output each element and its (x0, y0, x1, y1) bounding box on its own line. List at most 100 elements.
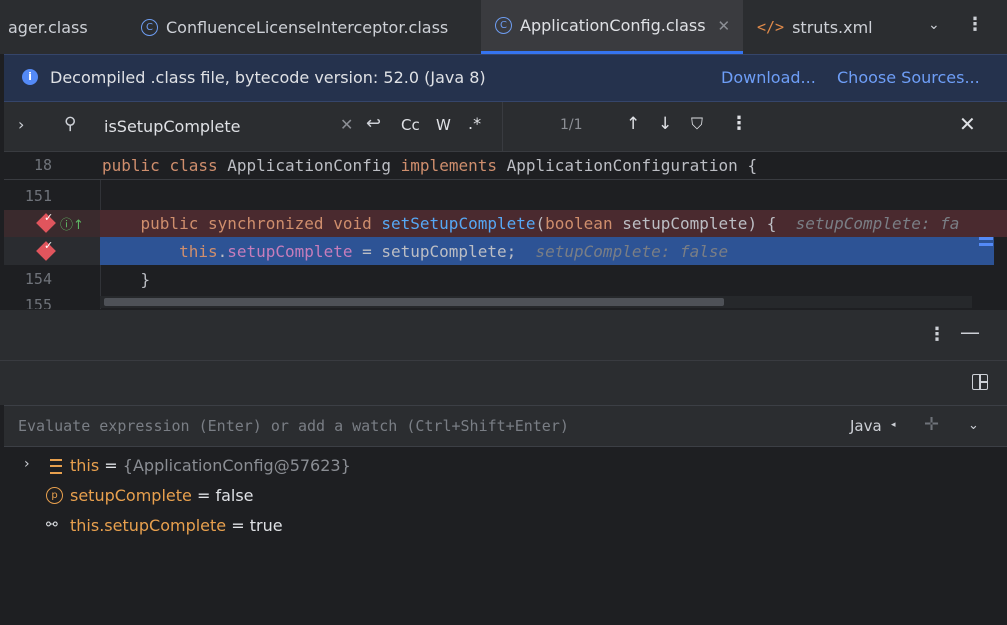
keyword: boolean (545, 214, 613, 233)
method-name: setSetupComplete (381, 214, 536, 233)
dot: . (217, 242, 228, 261)
banner-message: Decompiled .class file, bytecode version… (50, 68, 486, 87)
match-case-toggle[interactable]: Cc (401, 116, 420, 134)
variable-row-this[interactable]: › this = {ApplicationConfig@57623} (0, 451, 1007, 481)
assignment-rest: = setupComplete; (352, 242, 517, 261)
equals: = (226, 516, 250, 535)
variable-row-setupComplete[interactable]: p setupComplete = false (0, 481, 1007, 511)
filter-icon[interactable]: ⛉ (691, 114, 703, 134)
variable-text: this.setupComplete = true (70, 516, 283, 535)
evaluate-expression-bar: Java ◂ ✛ ⌄ (4, 405, 1007, 447)
tab-struts-xml[interactable]: </> struts.xml (743, 0, 893, 54)
line-number: 154 (24, 270, 52, 288)
sticky-code-line: public class ApplicationConfig implement… (102, 156, 757, 175)
equals: = (191, 486, 216, 505)
more-vertical-icon[interactable]: ⋮ (928, 324, 946, 345)
more-vertical-icon[interactable]: ⋮ (730, 113, 748, 134)
keyword: implements (400, 156, 497, 175)
dropdown-arrow-icon[interactable]: ◂ (891, 420, 896, 430)
keyword: class (169, 156, 218, 175)
parameter-icon: p (46, 487, 63, 504)
debug-toolbar: ⋮ — (0, 309, 1007, 361)
params: setupComplete) { (612, 214, 777, 233)
newline-icon[interactable]: ↩ (366, 113, 381, 134)
match-count: 1/1 (560, 117, 583, 133)
evaluate-expression-input[interactable] (18, 415, 818, 437)
minimize-icon[interactable]: — (960, 320, 980, 344)
paren: ( (535, 214, 546, 233)
add-watch-icon[interactable]: ✛ (924, 414, 939, 435)
implements-icon[interactable]: ⓘ↑ (60, 214, 84, 233)
field-name: setupComplete (227, 242, 353, 261)
variable-name: setupComplete (70, 486, 192, 505)
xml-icon: </> (757, 18, 785, 36)
debug-layout-bar (0, 361, 1007, 405)
keyword: synchronized (207, 214, 324, 233)
download-link[interactable]: Download... (721, 68, 816, 87)
editor-tab-bar: ager.class C ConfluenceLicenseIntercepto… (0, 0, 1007, 54)
stripe-marker[interactable] (979, 237, 993, 240)
expand-arrow-icon[interactable]: › (24, 456, 30, 472)
clear-icon[interactable]: ✕ (340, 115, 353, 134)
check-icon: ✓ (44, 239, 54, 252)
divider (502, 102, 503, 151)
class-icon: C (141, 18, 158, 36)
check-icon: ✓ (44, 211, 54, 224)
horizontal-scrollbar-thumb[interactable] (104, 298, 724, 306)
info-icon: i (22, 69, 38, 85)
expand-replace-icon[interactable]: › (18, 115, 24, 134)
more-vertical-icon[interactable]: ⋮ (966, 14, 984, 35)
close-icon[interactable]: ✕ (718, 17, 731, 35)
class-name: ApplicationConfig (227, 156, 392, 175)
search-input[interactable] (104, 114, 334, 138)
search-icon[interactable]: ⚲ (64, 114, 76, 134)
tab-label: ager.class (8, 17, 88, 37)
line-number: 151 (24, 187, 52, 205)
find-bar: › ⚲ ✕ ↩ Cc W .* 1/1 ↑ ↓ ⛉ ⋮ ✕ (4, 102, 1007, 152)
object-icon (50, 459, 62, 474)
variable-name: this (70, 456, 100, 475)
arrow-down-icon[interactable]: ↓ (658, 114, 672, 134)
equals: = (99, 456, 123, 475)
code-editor[interactable]: 18 public class ApplicationConfig implem… (4, 152, 1007, 309)
tab-label: struts.xml (792, 17, 873, 37)
chevron-down-icon[interactable]: ⌄ (928, 17, 940, 33)
variable-text: this = {ApplicationConfig@57623} (70, 456, 351, 475)
watch-name: this.setupComplete (70, 516, 227, 535)
variable-text: setupComplete = false (70, 486, 254, 505)
choose-sources-link[interactable]: Choose Sources... (837, 68, 980, 87)
brace: } (140, 270, 151, 289)
line-number: 18 (33, 156, 52, 174)
keyword: void (333, 214, 372, 233)
sticky-header[interactable]: 18 public class ApplicationConfig implem… (4, 152, 1007, 180)
tab-label: ConfluenceLicenseInterceptor.class (166, 17, 449, 37)
language-selector[interactable]: Java (850, 417, 882, 435)
arrow-up-icon[interactable]: ↑ (626, 114, 640, 134)
inline-value-hint: setupComplete: false (535, 242, 729, 261)
tab-manager-class[interactable]: ager.class (4, 0, 129, 54)
watch-icon: ⚯ (46, 517, 58, 533)
keyword: public (102, 156, 160, 175)
whole-words-toggle[interactable]: W (436, 116, 451, 134)
stripe-marker[interactable] (979, 243, 993, 246)
chevron-down-icon[interactable]: ⌄ (968, 418, 979, 433)
tab-label: ApplicationConfig.class (520, 16, 706, 35)
method-signature-line: public synchronized void setSetupComplet… (102, 214, 960, 233)
line-number: 155 (24, 296, 52, 309)
class-icon: C (495, 17, 512, 34)
keyword: public (140, 214, 199, 233)
watch-row-this-setupComplete[interactable]: ⚯ this.setupComplete = true (0, 511, 1007, 541)
layout-icon[interactable] (972, 374, 988, 390)
keyword: this (179, 242, 218, 261)
decompiled-banner: i Decompiled .class file, bytecode versi… (4, 54, 1007, 102)
watch-value: true (249, 516, 283, 535)
closing-brace-line: } (102, 270, 151, 289)
tab-confluence-license-interceptor[interactable]: C ConfluenceLicenseInterceptor.class (129, 0, 481, 54)
tab-application-config[interactable]: C ApplicationConfig.class ✕ (481, 0, 743, 54)
variable-value: false (215, 486, 254, 505)
regex-toggle[interactable]: .* (468, 114, 481, 133)
interface-name: ApplicationConfiguration (506, 156, 738, 175)
close-icon[interactable]: ✕ (959, 112, 976, 136)
variables-tree: › this = {ApplicationConfig@57623} p set… (0, 447, 1007, 625)
error-stripe[interactable] (979, 210, 993, 270)
